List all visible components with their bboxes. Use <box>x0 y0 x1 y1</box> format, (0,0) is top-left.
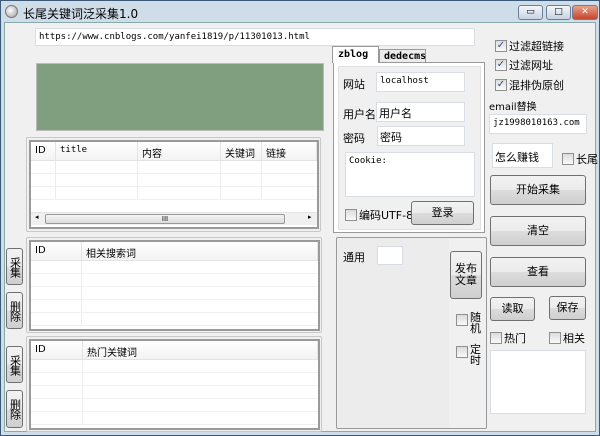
hot-label: 热门 <box>504 332 526 345</box>
password-label: 密码 <box>343 132 365 145</box>
related-label: 相关 <box>563 332 585 345</box>
delete-related-button[interactable]: 删除 <box>6 292 23 329</box>
read-button[interactable]: 读取 <box>490 297 535 321</box>
col-title[interactable]: title <box>56 142 138 160</box>
general-label: 通用 <box>343 251 365 264</box>
keyword-input[interactable]: 怎么赚钱 <box>492 143 553 168</box>
email-label: email替换 <box>489 102 537 113</box>
username-label: 用户名 <box>343 108 376 121</box>
filter-urls-label: 过滤网址 <box>509 59 553 72</box>
related-checkbox[interactable]: 相关 <box>549 330 585 346</box>
horizontal-scrollbar[interactable]: ◂ III ▸ <box>31 212 317 225</box>
col-link[interactable]: 链接 <box>262 142 317 160</box>
url-input[interactable]: https://www.cnblogs.com/yanfei1819/p/113… <box>35 28 475 46</box>
articles-table[interactable]: ID title 内容 关键词 链接 ◂ III ▸ <box>29 140 319 229</box>
notes-textarea[interactable] <box>490 350 586 414</box>
timed-label: 定时 <box>470 343 481 367</box>
publish-article-button[interactable]: 发布文章 <box>450 251 482 299</box>
scroll-thumb[interactable]: III <box>45 214 285 224</box>
checkbox-box[interactable] <box>490 332 502 344</box>
site-input[interactable]: localhost <box>376 72 465 92</box>
checkmark-icon[interactable]: ✓ <box>495 59 507 71</box>
random-label: 随机 <box>470 311 481 335</box>
clear-button[interactable]: 清空 <box>490 216 586 246</box>
utf8-checkbox[interactable]: 编码UTF-8 <box>345 207 413 223</box>
col-id[interactable]: ID <box>31 242 82 260</box>
checkbox-box[interactable] <box>456 314 468 326</box>
filter-links-label: 过滤超链接 <box>509 40 564 53</box>
minimize-button[interactable]: ▭ <box>518 5 543 20</box>
app-icon <box>5 5 18 18</box>
related-table[interactable]: ID 相关搜索词 <box>29 240 320 331</box>
general-input[interactable] <box>377 246 403 265</box>
mix-pseudo-label: 混排伪原创 <box>509 79 564 92</box>
green-panel <box>36 63 324 131</box>
checkbox-box[interactable] <box>456 346 468 358</box>
window-title: 长尾关键词泛采集1.0 <box>23 7 139 21</box>
collect-hot-button[interactable]: 采集 <box>6 346 23 383</box>
longtail-checkbox[interactable]: 长尾 <box>562 151 598 167</box>
checkbox-box[interactable] <box>345 209 357 221</box>
checkbox-box[interactable] <box>562 153 574 165</box>
checkmark-icon[interactable]: ✓ <box>495 79 507 91</box>
col-keyword[interactable]: 关键词 <box>221 142 262 160</box>
save-button[interactable]: 保存 <box>549 296 586 320</box>
collect-related-button[interactable]: 采集 <box>6 248 23 285</box>
scroll-left-arrow[interactable]: ◂ <box>35 213 39 221</box>
delete-hot-button[interactable]: 删除 <box>6 390 23 428</box>
username-input[interactable]: 用户名 <box>376 102 465 122</box>
col-content[interactable]: 内容 <box>138 142 221 160</box>
maximize-button[interactable]: □ <box>546 5 571 20</box>
cookie-textarea[interactable]: Cookie: <box>345 152 475 197</box>
close-button[interactable]: ✕ <box>572 5 598 20</box>
col-related-words[interactable]: 相关搜索词 <box>82 242 318 260</box>
login-button[interactable]: 登录 <box>411 201 474 225</box>
longtail-label: 长尾 <box>576 153 598 166</box>
utf8-label: 编码UTF-8 <box>359 209 414 222</box>
filter-urls-checkbox[interactable]: ✓ 过滤网址 <box>495 57 553 73</box>
hot-checkbox[interactable]: 热门 <box>490 330 526 346</box>
col-id[interactable]: ID <box>31 341 83 359</box>
password-input[interactable]: 密码 <box>377 126 465 146</box>
timed-checkbox[interactable]: 定时 <box>456 344 482 366</box>
col-hot-keywords[interactable]: 热门关键词 <box>83 341 318 359</box>
tab-dedecms[interactable]: dedecms <box>379 49 426 63</box>
hot-table[interactable]: ID 热门关键词 <box>29 339 320 430</box>
mix-pseudo-checkbox[interactable]: ✓ 混排伪原创 <box>495 77 564 93</box>
view-button[interactable]: 查看 <box>490 257 586 287</box>
scroll-right-arrow[interactable]: ▸ <box>308 213 312 221</box>
tab-zblog[interactable]: zblog <box>332 46 379 63</box>
site-label: 网站 <box>343 78 365 91</box>
checkmark-icon[interactable]: ✓ <box>495 40 507 52</box>
checkbox-box[interactable] <box>549 332 561 344</box>
random-checkbox[interactable]: 随机 <box>456 312 482 334</box>
col-id[interactable]: ID <box>31 142 56 160</box>
start-collect-button[interactable]: 开始采集 <box>490 175 586 205</box>
publish-panel <box>338 238 449 428</box>
email-input[interactable]: jz1998010163.com <box>489 114 587 134</box>
filter-links-checkbox[interactable]: ✓ 过滤超链接 <box>495 38 564 54</box>
